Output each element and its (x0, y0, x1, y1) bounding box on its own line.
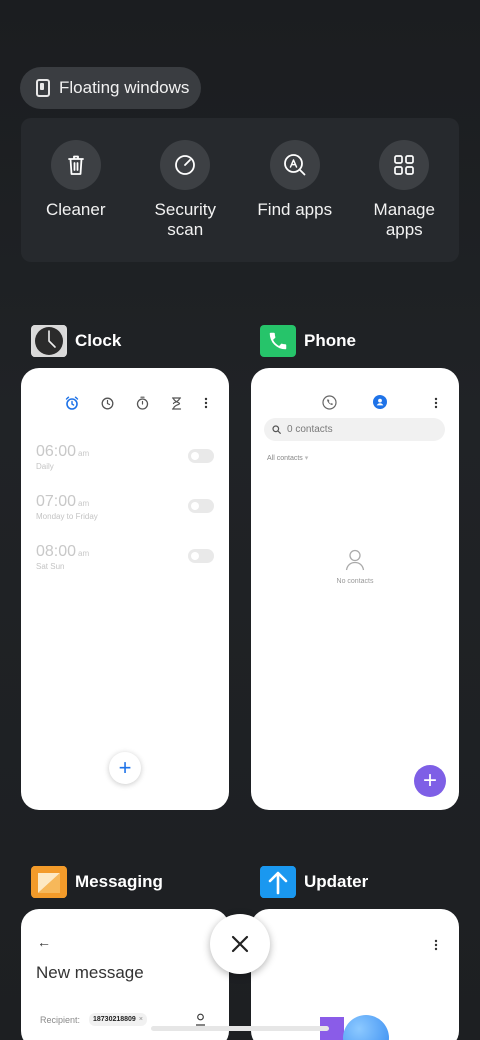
cleaner-label: Cleaner (45, 200, 106, 219)
security-scan-icon (160, 140, 211, 190)
floating-windows-button[interactable]: Floating windows (20, 67, 201, 109)
clock-app-card[interactable]: 06:00 am Daily 07:00 am Monday to Friday 0… (21, 368, 229, 810)
add-contact-icon[interactable] (195, 1013, 206, 1026)
messaging-app-header[interactable]: Messaging (31, 866, 163, 898)
clock-app-header[interactable]: Clock (31, 325, 121, 357)
alarm-repeat: Sat Sun (36, 562, 65, 571)
phone-app-title: Phone (304, 331, 356, 350)
alarm-time: 07:00 am (36, 493, 90, 510)
chevron-down-icon: ▾ (304, 455, 309, 462)
alarm-row[interactable]: 06:00 am Daily (36, 443, 214, 471)
cleaner-button[interactable]: Cleaner (26, 140, 126, 262)
update-illustration-circle (343, 1015, 389, 1040)
recipient-label: Recipient: (40, 1015, 81, 1025)
messaging-app-card[interactable]: ← New message Recipient: 18730218809 × (21, 909, 229, 1040)
contacts-search-placeholder: 0 contacts (287, 424, 333, 435)
more-options-icon[interactable] (434, 939, 438, 951)
clear-all-button[interactable] (210, 914, 270, 974)
messaging-app-icon (31, 866, 67, 898)
stopwatch-tab-icon[interactable] (136, 396, 149, 410)
find-apps-icon (269, 140, 320, 190)
security-scan-button[interactable]: Security scan (135, 140, 235, 262)
manage-apps-label: Manage apps (373, 200, 435, 239)
find-apps-label: Find apps (257, 200, 333, 219)
phone-app-card[interactable]: 0 contacts All contacts ▾ No contacts + (251, 368, 459, 810)
contacts-tab-icon[interactable] (373, 395, 387, 409)
alarm-toggle[interactable] (188, 549, 214, 563)
home-indicator[interactable] (151, 1026, 329, 1031)
add-contact-button[interactable]: + (414, 765, 446, 797)
back-arrow-icon[interactable]: ← (37, 934, 51, 950)
messaging-app-title: Messaging (75, 872, 163, 891)
alarm-toggle[interactable] (188, 499, 214, 513)
trash-icon (50, 140, 101, 190)
new-message-heading: New message (36, 963, 144, 982)
clock-tab-bar (65, 396, 208, 410)
updater-app-title: Updater (304, 872, 369, 891)
floating-window-icon (36, 79, 50, 97)
alarm-time: 06:00 am (36, 443, 90, 460)
alarm-row[interactable]: 08:00 am Sat Sun (36, 543, 214, 571)
more-options-icon[interactable] (434, 397, 438, 409)
empty-contacts-text: No contacts (336, 578, 374, 585)
more-options-icon[interactable] (204, 397, 208, 409)
phone-app-icon (260, 325, 296, 357)
alarm-toggle[interactable] (188, 449, 214, 463)
call-log-tab-icon[interactable] (322, 395, 337, 410)
updater-app-card[interactable] (251, 909, 459, 1040)
grid-icon (379, 140, 430, 190)
search-icon (272, 425, 281, 434)
find-apps-button[interactable]: Find apps (245, 140, 345, 262)
manage-apps-button[interactable]: Manage apps (354, 140, 454, 262)
contacts-search-input[interactable]: 0 contacts (264, 418, 445, 441)
add-alarm-button[interactable]: + (109, 752, 141, 784)
clock-app-title: Clock (75, 331, 122, 350)
phone-app-header[interactable]: Phone (260, 325, 356, 357)
world-clock-tab-icon[interactable] (101, 397, 114, 410)
alarm-repeat: Daily (36, 462, 54, 471)
alarm-row[interactable]: 07:00 am Monday to Friday (36, 493, 214, 521)
recipient-chip[interactable]: 18730218809 × (89, 1013, 147, 1026)
clock-app-icon (31, 325, 67, 357)
alarm-time: 08:00 am (36, 543, 90, 560)
alarm-repeat: Monday to Friday (36, 512, 98, 521)
plus-icon: + (118, 755, 132, 780)
remove-recipient-icon[interactable]: × (139, 1016, 143, 1023)
quick-actions-panel: Cleaner Security scan Find apps Manage a… (21, 118, 459, 262)
alarm-tab-icon[interactable] (65, 396, 79, 410)
timer-tab-icon[interactable] (171, 396, 182, 410)
contacts-filter[interactable]: All contacts ▾ (267, 454, 308, 462)
security-scan-label: Security scan (154, 200, 216, 239)
close-icon (231, 935, 249, 953)
updater-app-header[interactable]: Updater (260, 866, 368, 898)
updater-app-icon (260, 866, 296, 898)
plus-icon: + (422, 767, 437, 794)
floating-windows-label: Floating windows (59, 78, 190, 97)
empty-contact-icon (345, 549, 365, 571)
